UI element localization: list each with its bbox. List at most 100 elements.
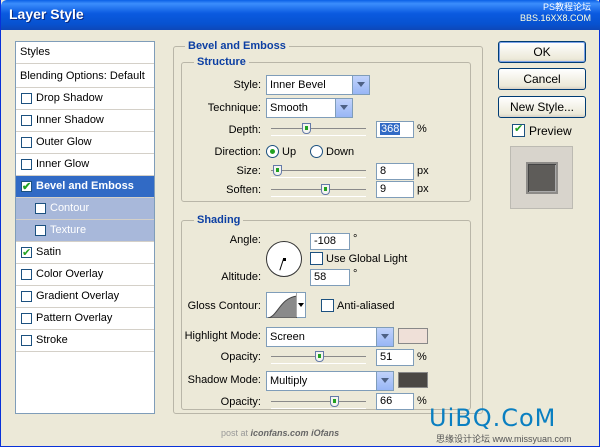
size-slider[interactable] <box>271 165 366 178</box>
title-bar[interactable]: Layer Style PS教程论坛 BBS.16XX8.COM <box>1 0 600 30</box>
highlight-opacity-slider[interactable] <box>271 351 366 364</box>
style-checkbox[interactable] <box>21 291 32 302</box>
style-checkbox[interactable] <box>21 335 32 346</box>
chevron-down-icon <box>335 99 352 117</box>
technique-select[interactable]: Smooth <box>266 98 353 118</box>
style-item-stroke[interactable]: Stroke <box>16 330 154 352</box>
watermark-line2: BBS.16XX8.COM <box>519 13 591 23</box>
window-title: Layer Style <box>9 6 84 22</box>
highlight-color-swatch[interactable] <box>398 328 428 344</box>
anti-aliased-checkbox[interactable] <box>321 299 334 312</box>
highlight-opacity-input[interactable]: 51 <box>376 349 414 366</box>
brand-watermark: UiBQ.CoM <box>429 404 557 432</box>
soften-slider-thumb[interactable] <box>321 184 330 195</box>
blending-options-item[interactable]: Blending Options: Default <box>16 66 154 88</box>
shadow-opacity-thumb[interactable] <box>330 396 339 407</box>
chevron-down-icon <box>376 372 393 390</box>
bevel-emboss-title: Bevel and Emboss <box>185 40 289 52</box>
highlight-opacity-thumb[interactable] <box>315 351 324 362</box>
shadow-opacity-input[interactable]: 66 <box>376 393 414 410</box>
style-value: Inner Bevel <box>270 79 326 91</box>
direction-down-label: Down <box>326 146 355 158</box>
shadow-opacity-unit: % <box>417 395 427 407</box>
highlight-opacity-value: 51 <box>380 351 393 363</box>
style-checkbox[interactable] <box>21 159 32 170</box>
shadow-color-swatch[interactable] <box>398 372 428 388</box>
technique-value: Smooth <box>270 102 308 114</box>
style-item-label: Gradient Overlay <box>36 290 120 302</box>
soften-value: 9 <box>380 183 387 195</box>
style-item-inner-shadow[interactable]: Inner Shadow <box>16 110 154 132</box>
style-checkbox[interactable] <box>21 115 32 126</box>
footer-credit: post at iconfans.com iOfans <box>221 428 339 438</box>
style-checkbox[interactable] <box>21 313 32 324</box>
footer-site1: iconfans.com <box>250 428 309 438</box>
style-item-label: Drop Shadow <box>36 92 103 104</box>
size-input[interactable]: 8 <box>376 163 414 180</box>
angle-input[interactable]: -108 <box>310 233 350 250</box>
style-item-color-overlay[interactable]: Color Overlay <box>16 264 154 286</box>
angle-unit: ° <box>353 233 358 245</box>
depth-slider-thumb[interactable] <box>302 123 311 134</box>
size-unit: px <box>417 165 429 177</box>
soften-label: Soften: <box>226 184 261 196</box>
style-item-contour[interactable]: Contour <box>16 198 154 220</box>
gloss-contour-label: Gloss Contour: <box>187 300 261 312</box>
style-checkbox[interactable] <box>21 137 32 148</box>
style-checkbox[interactable] <box>21 93 32 104</box>
size-slider-thumb[interactable] <box>273 165 282 176</box>
style-item-bevel-and-emboss[interactable]: Bevel and Emboss <box>16 176 154 198</box>
style-item-drop-shadow[interactable]: Drop Shadow <box>16 88 154 110</box>
preview-checkbox[interactable] <box>512 122 525 137</box>
direction-up-radio[interactable] <box>266 145 279 158</box>
global-light-checkbox[interactable] <box>310 252 323 265</box>
highlight-mode-value: Screen <box>270 331 305 343</box>
style-item-gradient-overlay[interactable]: Gradient Overlay <box>16 286 154 308</box>
style-checkbox[interactable] <box>21 177 32 198</box>
angle-dial[interactable] <box>266 241 302 277</box>
depth-slider[interactable] <box>271 123 366 136</box>
gloss-contour-picker[interactable] <box>266 292 306 318</box>
style-select[interactable]: Inner Bevel <box>266 75 370 95</box>
shading-title: Shading <box>194 214 244 226</box>
style-checkbox[interactable] <box>21 243 32 264</box>
new-style-button[interactable]: New Style... <box>498 96 586 118</box>
style-item-satin[interactable]: Satin <box>16 242 154 264</box>
size-label: Size: <box>236 165 261 177</box>
cancel-button[interactable]: Cancel <box>498 68 586 90</box>
shadow-mode-value: Multiply <box>270 375 308 387</box>
size-value: 8 <box>380 165 387 177</box>
style-item-label: Inner Shadow <box>36 114 104 126</box>
ok-button[interactable]: OK <box>498 41 586 63</box>
watermark: PS教程论坛 BBS.16XX8.COM <box>520 2 591 24</box>
soften-slider[interactable] <box>271 184 366 197</box>
style-item-label: Pattern Overlay <box>36 312 113 324</box>
style-item-inner-glow[interactable]: Inner Glow <box>16 154 154 176</box>
style-checkbox[interactable] <box>21 269 32 280</box>
soften-unit: px <box>417 183 429 195</box>
style-checkbox[interactable] <box>35 225 46 236</box>
style-item-outer-glow[interactable]: Outer Glow <box>16 132 154 154</box>
direction-down-radio[interactable] <box>310 145 323 158</box>
highlight-mode-select[interactable]: Screen <box>266 327 394 347</box>
style-item-pattern-overlay[interactable]: Pattern Overlay <box>16 308 154 330</box>
angle-center-dot <box>283 258 286 261</box>
brand-watermark-cn: 思缘设计论坛 www.missyuan.com <box>436 434 572 444</box>
depth-value: 368 <box>380 123 401 135</box>
styles-header[interactable]: Styles <box>16 42 154 64</box>
style-item-label: Inner Glow <box>36 158 90 170</box>
style-item-texture[interactable]: Texture <box>16 220 154 242</box>
style-item-label: Color Overlay <box>36 268 104 280</box>
chevron-down-icon <box>376 328 393 346</box>
direction-label: Direction: <box>214 146 261 158</box>
structure-title: Structure <box>194 56 249 68</box>
soften-input[interactable]: 9 <box>376 181 414 198</box>
altitude-input[interactable]: 58 <box>310 269 350 286</box>
shadow-opacity-slider[interactable] <box>271 396 366 409</box>
shadow-mode-select[interactable]: Multiply <box>266 371 394 391</box>
watermark-line1: PS教程论坛 <box>542 2 591 12</box>
depth-input[interactable]: 368 <box>376 121 414 138</box>
altitude-value: 58 <box>314 271 327 283</box>
chevron-down-icon <box>296 293 305 317</box>
style-checkbox[interactable] <box>35 203 46 214</box>
